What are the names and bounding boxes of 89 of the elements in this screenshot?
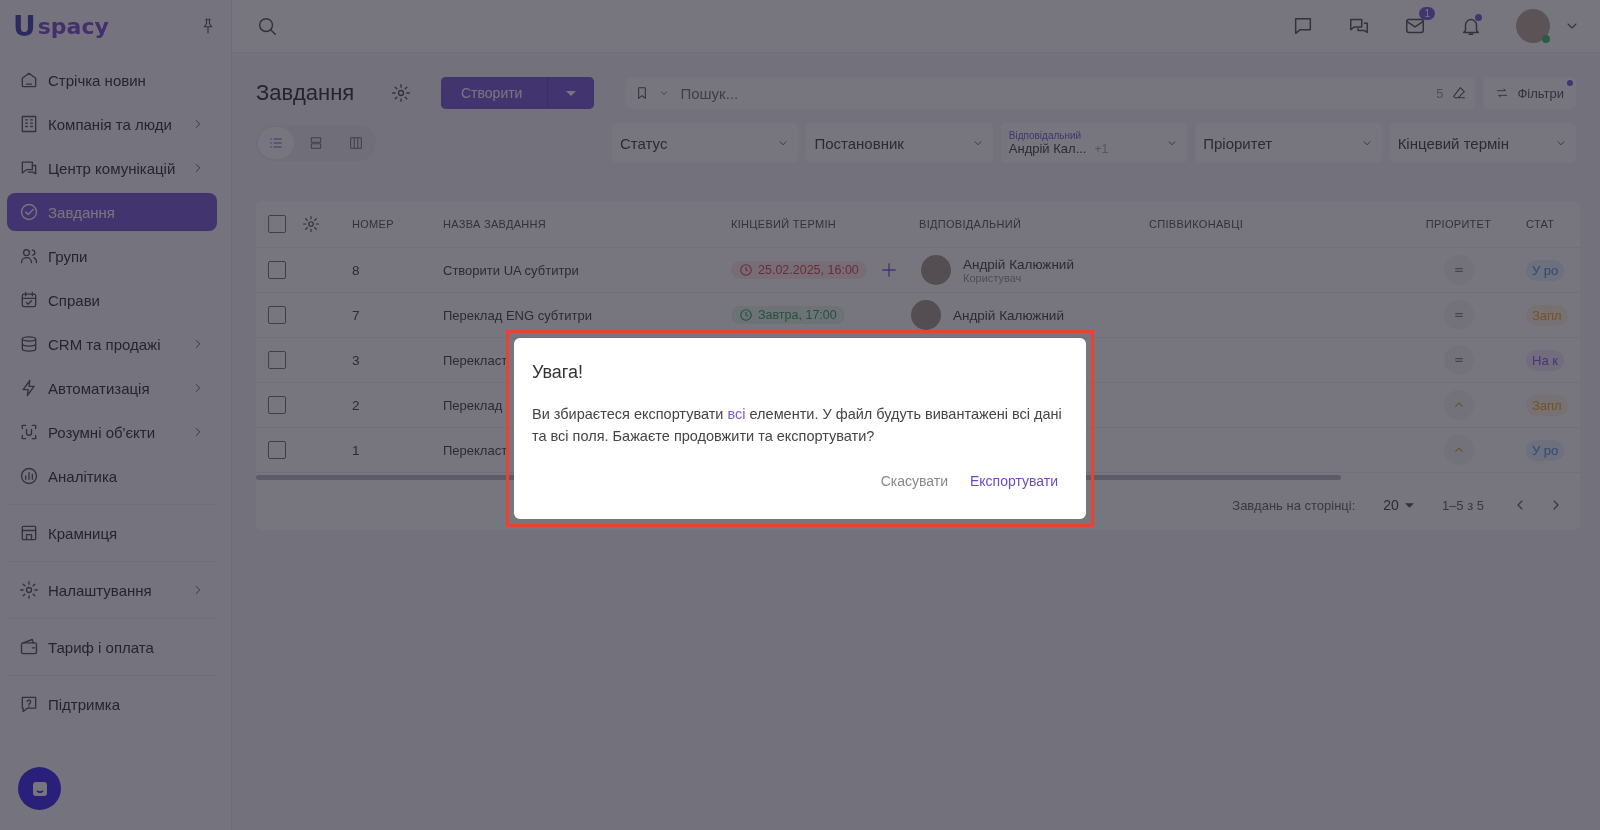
- people-icon: [19, 246, 39, 266]
- clock-icon: [739, 307, 753, 322]
- avatar: [911, 300, 941, 330]
- status-badge: Запл: [1526, 304, 1568, 326]
- sidebar-item[interactable]: Справи: [7, 281, 217, 319]
- filter-dropdown[interactable]: Кінцевий термін: [1389, 123, 1577, 163]
- status-badge: Запл: [1526, 394, 1568, 416]
- swap-icon: [1495, 86, 1510, 100]
- caret-icon: [566, 90, 577, 96]
- status-badge: У ро: [1526, 439, 1565, 461]
- plus-icon: [879, 260, 899, 280]
- sidebar-item[interactable]: Стрічка новин: [7, 61, 217, 99]
- column-header[interactable]: НАЗВА ЗАВДАННЯ: [443, 218, 731, 230]
- checkbox[interactable]: [268, 215, 286, 233]
- deadline-badge: Завтра, 17:00: [731, 305, 845, 324]
- column-header[interactable]: ПРІОРИТЕТ: [1391, 218, 1526, 230]
- building-icon: [19, 114, 39, 134]
- column-header[interactable]: КІНЦЕВИЙ ТЕРМІН: [731, 218, 911, 230]
- checkbox[interactable]: [268, 306, 286, 324]
- table-cell-text: 1: [351, 442, 361, 458]
- unread-count-badge: 1: [1419, 7, 1435, 20]
- sidebar-item[interactable]: Налаштування: [7, 571, 217, 609]
- sidebar-item[interactable]: Групи: [7, 237, 217, 275]
- message-icon: [1292, 15, 1314, 37]
- sidebar-item[interactable]: Автоматизація: [7, 369, 217, 407]
- column-header[interactable]: СПІВВИКОНАВЦІ: [1141, 218, 1391, 230]
- sidebar-item[interactable]: Тариф і оплата: [7, 628, 217, 666]
- dialog-message: Ви збираєтеся експортувати всі елементи. У файл будуть вивантажені всі дані та всі поля. Бажаєте продовжити та експортувати?: [532, 404, 1063, 446]
- view-tab[interactable]: [258, 127, 294, 159]
- table-cell-text: 2: [351, 397, 361, 413]
- user-avatar[interactable]: [1516, 9, 1550, 43]
- task-name[interactable]: Переклад ENG субтитри: [443, 307, 731, 323]
- table-cell-text: 8: [351, 262, 361, 278]
- export-button[interactable]: Експортувати: [961, 468, 1066, 493]
- database-icon: [19, 334, 39, 354]
- home-icon: [19, 70, 39, 90]
- cancel-button[interactable]: Скасувати: [872, 468, 956, 493]
- create-button[interactable]: Створити: [441, 77, 549, 109]
- columns-view-icon: [348, 135, 364, 151]
- deadline-badge: 25.02.2025, 16:00: [731, 260, 867, 279]
- table-cell-text: 3: [351, 352, 361, 368]
- chat-launcher-button[interactable]: [18, 767, 61, 810]
- sidebar-item[interactable]: Центр комунікацій: [7, 149, 217, 187]
- column-header[interactable]: ВІДПОВІДАЛЬНИЙ: [911, 218, 1141, 230]
- wallet-icon: [19, 637, 39, 657]
- settings-icon: [302, 215, 320, 233]
- store-icon: [19, 523, 39, 543]
- sidebar-item[interactable]: CRM та продажі: [7, 325, 217, 363]
- column-header[interactable]: СТАТ: [1526, 218, 1580, 230]
- settings-icon: [391, 83, 411, 103]
- checkbox[interactable]: [268, 396, 286, 414]
- settings-icon: [19, 580, 39, 600]
- chart-icon: [19, 466, 39, 486]
- filter-dropdown[interactable]: Статус: [612, 123, 799, 163]
- filter-dropdown[interactable]: Постановник: [806, 123, 993, 163]
- sidebar-item[interactable]: Розумні об'єкти: [7, 413, 217, 451]
- calendar-icon: [19, 290, 39, 310]
- help-icon: [19, 694, 39, 714]
- sidebar-item[interactable]: Завдання: [7, 193, 217, 231]
- avatar: [921, 255, 951, 285]
- assignee-name: Андрій Калюжний: [963, 256, 1074, 272]
- dialog-title: Увага!: [532, 361, 584, 383]
- checkbox[interactable]: [268, 351, 286, 369]
- assignee-name: Андрій Калюжний: [953, 307, 1064, 323]
- check-circle-icon: [19, 202, 39, 222]
- rows-view-icon: [308, 135, 324, 151]
- sidebar-item[interactable]: Підтримка: [7, 685, 217, 723]
- sidebar-item[interactable]: Крамниця: [7, 514, 217, 552]
- caret-icon: [1404, 502, 1414, 508]
- page-title: Завдання: [256, 80, 356, 106]
- list-view-icon: [268, 135, 284, 151]
- sidebar-item[interactable]: Компанія та люди: [7, 105, 217, 143]
- clock-icon: [739, 262, 753, 277]
- per-page-select[interactable]: 20: [1383, 497, 1414, 513]
- scan-icon: [19, 422, 39, 442]
- column-header[interactable]: НОМЕР: [346, 218, 443, 230]
- sidebar-item[interactable]: Аналітика: [7, 457, 217, 495]
- filters-button[interactable]: Фільтри: [1483, 77, 1576, 109]
- logo[interactable]: U spacy: [13, 9, 109, 43]
- per-page-label: Завдань на сторінці:: [1232, 497, 1356, 513]
- checkbox[interactable]: [268, 441, 286, 459]
- status-badge: У ро: [1526, 259, 1565, 281]
- search-icon: [256, 15, 278, 37]
- eraser-icon: [1451, 85, 1468, 101]
- filter-dropdown[interactable]: Пріоритет: [1195, 123, 1382, 163]
- checkbox[interactable]: [268, 261, 286, 279]
- table-cell-text: 7: [351, 307, 361, 323]
- page-range: 1–5 з 5: [1441, 497, 1484, 513]
- task-name[interactable]: Створити UA субтитри: [443, 262, 731, 278]
